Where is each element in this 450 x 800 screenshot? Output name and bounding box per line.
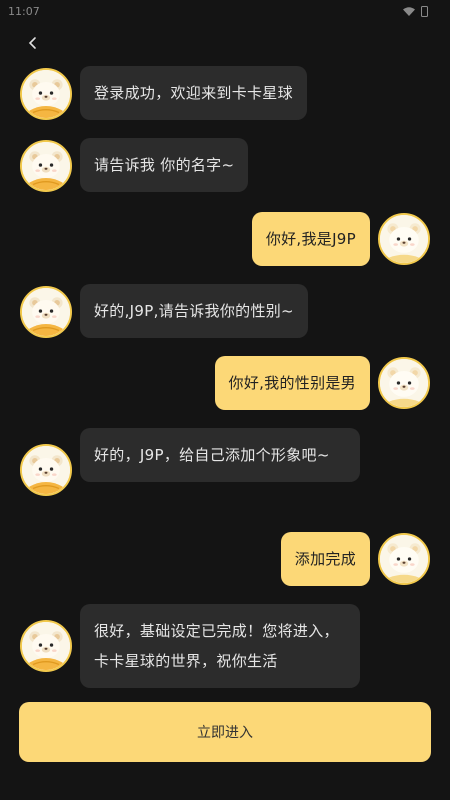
status-icons xyxy=(403,5,428,17)
status-bar: 11:07 xyxy=(0,0,450,22)
chevron-left-icon xyxy=(28,37,36,49)
message-bubble: 请告诉我 你的名字~ xyxy=(80,138,249,192)
bear-avatar-icon xyxy=(20,286,72,338)
bear-avatar-icon xyxy=(20,620,72,672)
battery-icon xyxy=(421,5,428,17)
bear-avatar-icon xyxy=(20,140,72,192)
bear-avatar-icon xyxy=(20,68,72,120)
message-bubble: 好的,J9P,请告诉我你的性别~ xyxy=(80,284,308,338)
enter-now-button[interactable]: 立即进入 xyxy=(19,702,431,762)
back-button[interactable] xyxy=(20,30,46,56)
bear-avatar-icon xyxy=(378,533,430,585)
message-bubble: 登录成功，欢迎来到卡卡星球 xyxy=(80,66,307,120)
status-time: 11:07 xyxy=(8,4,40,18)
bear-avatar-icon xyxy=(20,444,72,496)
bear-avatar-icon xyxy=(378,213,430,265)
message-bubble: 你好,我是J9P xyxy=(251,212,370,266)
bear-avatar-icon xyxy=(378,357,430,409)
message-bubble: 很好，基础设定已完成！您将进入，卡卡星球的世界，祝你生活 xyxy=(80,604,360,688)
message-bubble: 好的，J9P，给自己添加个形象吧~ xyxy=(80,428,360,482)
wifi-icon xyxy=(403,6,415,16)
message-bubble: 你好,我的性别是男 xyxy=(214,356,370,410)
message-bubble: 添加完成 xyxy=(280,532,370,586)
